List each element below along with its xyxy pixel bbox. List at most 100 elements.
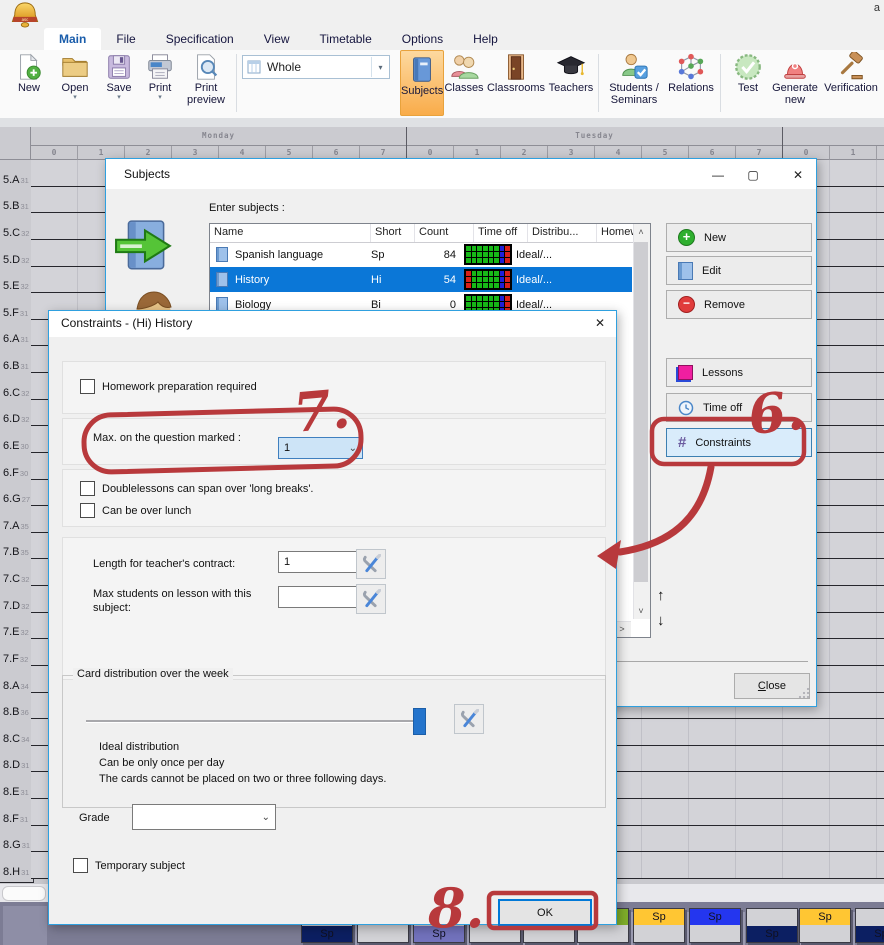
timeoff-cell (466, 258, 471, 263)
tab-main[interactable]: Main (44, 28, 101, 50)
view-selector-dropdown-icon[interactable]: ▾ (371, 57, 389, 77)
column-header-count[interactable]: Count (415, 224, 474, 242)
verification-button[interactable]: Verification (822, 52, 880, 114)
max-students-tools-button[interactable] (356, 584, 386, 614)
close-constraints-button[interactable]: ✕ (586, 314, 614, 332)
view-selector-combobox[interactable]: Whole ▾ (242, 55, 390, 79)
teachers-button[interactable]: Teachers (548, 52, 594, 114)
generate-siren-icon (780, 52, 810, 82)
print-preview-button[interactable]: Print preview (181, 52, 231, 114)
resize-grip-icon[interactable] (798, 687, 810, 699)
tab-help[interactable]: Help (458, 28, 513, 50)
lessons-label: Lessons (702, 367, 743, 379)
max-question-combobox[interactable]: 1 ⌄ (278, 437, 363, 459)
open-dropdown-arrow-icon[interactable]: ▾ (53, 94, 97, 101)
tab-options[interactable]: Options (387, 28, 458, 50)
lesson-card[interactable]: Sp (633, 908, 685, 943)
distribution-tools-button[interactable] (454, 704, 484, 734)
scroll-down-icon[interactable]: ˅ (633, 606, 649, 616)
scroll-up-icon[interactable]: ˄ (633, 227, 649, 237)
timeoff-cell (472, 271, 477, 276)
asc-bell-logo-icon[interactable]: asc (6, 1, 44, 29)
column-header-distribu[interactable]: Distribu... (528, 224, 597, 242)
tab-timetable[interactable]: Timetable (305, 28, 387, 50)
tab-file[interactable]: File (101, 28, 150, 50)
vscrollbar-thumb[interactable] (634, 242, 648, 582)
column-header-name[interactable]: Name (210, 224, 371, 242)
new-subject-button[interactable]: + New (666, 223, 812, 252)
title-bar: asc a (0, 0, 884, 28)
tab-view[interactable]: View (249, 28, 305, 50)
table-row[interactable]: HistoryHi54Ideal/... (210, 267, 632, 292)
ok-button[interactable]: OK (498, 899, 592, 926)
distribution-slider-handle[interactable] (413, 708, 426, 735)
edit-book-icon (678, 262, 693, 280)
column-header-short[interactable]: Short (371, 224, 415, 242)
generate-new-button[interactable]: Generate new (770, 52, 820, 114)
relations-button[interactable]: Relations (666, 52, 716, 114)
lessons-button[interactable]: Lessons (666, 358, 812, 387)
temporary-checkbox[interactable] (73, 858, 88, 873)
distribution-slider-track[interactable] (86, 720, 419, 723)
doublelessons-checkbox-row[interactable]: Doublelessons can span over 'long breaks… (80, 481, 314, 496)
edit-subject-button[interactable]: Edit (666, 256, 812, 285)
timeoff-cell (500, 246, 505, 251)
distribution-line: The cards cannot be placed on two or thr… (99, 771, 386, 787)
timeoff-cell (489, 283, 494, 288)
homework-checkbox[interactable] (80, 379, 95, 394)
students-seminars-button[interactable]: Students / Seminars (604, 52, 664, 114)
print-button[interactable]: Print ▾ (140, 52, 180, 114)
lunch-checkbox-row[interactable]: Can be over lunch (80, 503, 191, 518)
remove-subject-button[interactable]: − Remove (666, 290, 812, 319)
timeoff-cell (500, 252, 505, 257)
move-down-button[interactable]: ↓ (657, 612, 665, 629)
close-window-button[interactable]: ✕ (784, 166, 812, 184)
timeoff-cell (483, 252, 488, 257)
test-button[interactable]: Test (728, 52, 768, 114)
move-up-button[interactable]: ↑ (657, 587, 665, 604)
timeoff-cell (483, 283, 488, 288)
constraints-button[interactable]: # Constraints (666, 428, 812, 457)
cell-name: Spanish language (210, 247, 367, 262)
save-button[interactable]: Save ▾ (99, 52, 139, 114)
time-off-button[interactable]: Time off (666, 393, 812, 422)
save-dropdown-arrow-icon[interactable]: ▾ (99, 94, 139, 101)
lesson-card[interactable]: Sp (799, 908, 851, 943)
open-button[interactable]: Open ▾ (53, 52, 97, 114)
lunch-checkbox[interactable] (80, 503, 95, 518)
homework-checkbox-row[interactable]: Homework preparation required (80, 379, 257, 394)
contract-input[interactable]: 1 (278, 551, 359, 573)
subjects-button[interactable]: Subjects (400, 50, 444, 116)
print-dropdown-arrow-icon[interactable]: ▾ (140, 94, 180, 101)
temporary-checkbox-row[interactable]: Temporary subject (73, 858, 185, 873)
maximize-button[interactable]: ▢ (739, 166, 767, 184)
ribbon-tab-bar: MainFileSpecificationViewTimetableOption… (44, 28, 513, 50)
timeoff-cell (494, 302, 499, 307)
lesson-card[interactable]: Sp (689, 908, 741, 943)
max-question-value: 1 (284, 442, 290, 454)
tab-specification[interactable]: Specification (151, 28, 249, 50)
classes-button[interactable]: Classes (444, 52, 484, 114)
students-icon (619, 52, 649, 82)
doublelessons-checkbox[interactable] (80, 481, 95, 496)
teachers-button-label: Teachers (549, 82, 594, 94)
contract-tools-button[interactable] (356, 549, 386, 579)
lesson-card[interactable]: Sp (746, 908, 798, 943)
cell-name: History (210, 272, 367, 287)
column-header-timeoff[interactable]: Time off (474, 224, 528, 242)
period-header: 2 (877, 146, 884, 160)
minimize-button[interactable]: — (704, 166, 732, 184)
timetable-hscrollbar-thumb[interactable] (2, 886, 46, 901)
new-button[interactable]: New (8, 52, 50, 114)
grade-combobox[interactable]: ⌄ (132, 804, 276, 830)
lesson-card-band: Sp (800, 909, 850, 925)
ribbon-separator (598, 54, 599, 112)
table-row[interactable]: Spanish languageSp84Ideal/... (210, 242, 632, 267)
classrooms-button[interactable]: Classrooms (486, 52, 546, 114)
subjects-book-icon (407, 55, 437, 85)
distribution-line: Ideal distribution (99, 739, 386, 755)
constraints-dialog-titlebar[interactable]: Constraints - (Hi) History (49, 311, 616, 337)
timeoff-cell (472, 277, 477, 282)
lesson-card[interactable]: Sp (855, 908, 884, 943)
max-students-input[interactable] (278, 586, 359, 608)
